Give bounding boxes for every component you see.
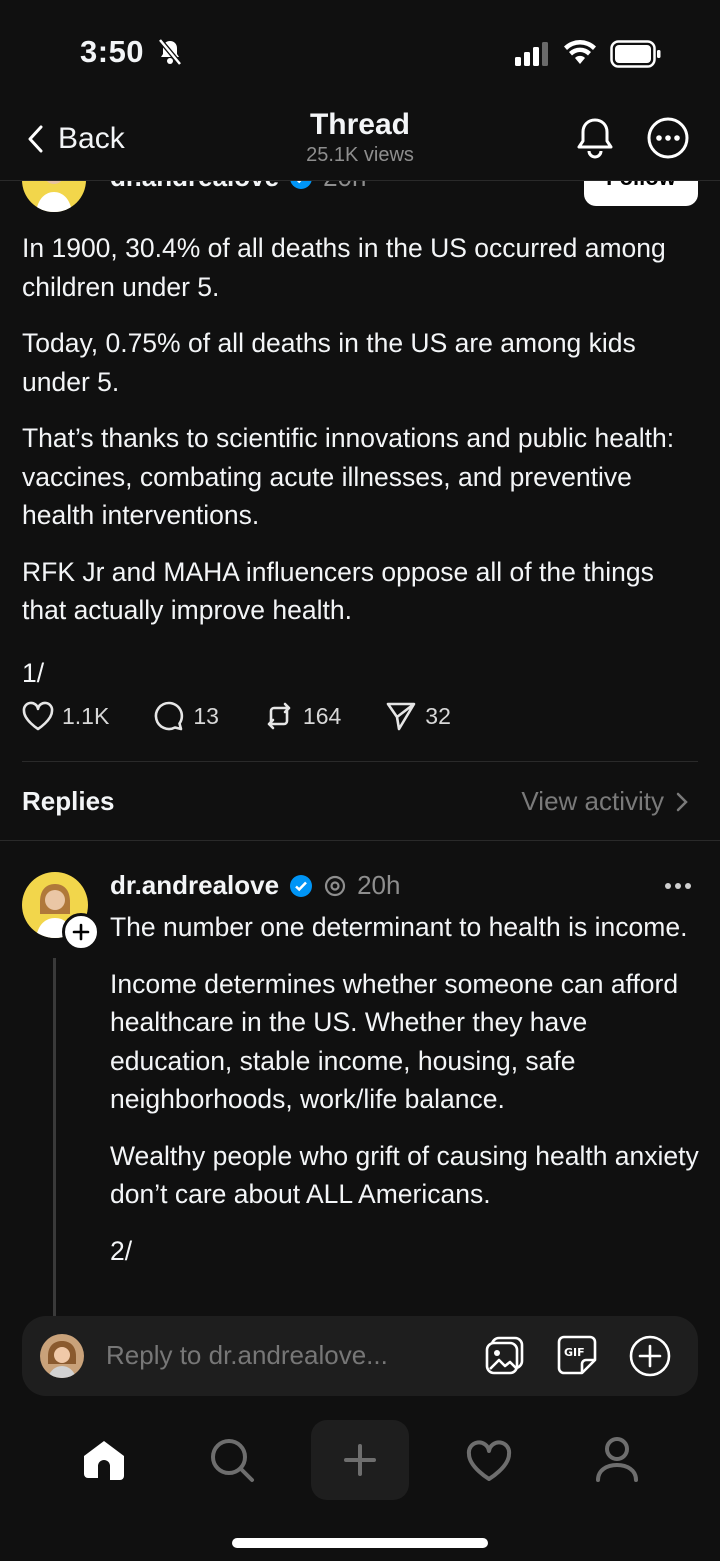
comment-icon: [154, 701, 184, 731]
reply-more-icon[interactable]: [664, 882, 692, 890]
replies-label: Replies: [22, 786, 115, 816]
like-count: 1.1K: [62, 702, 110, 729]
chevron-right-icon: [676, 792, 688, 811]
post-actions: 1.1K 13 164 32: [22, 700, 495, 732]
svg-text:GIF: GIF: [564, 1346, 585, 1359]
reply-paragraph: The number one determinant to health is …: [110, 912, 688, 942]
view-activity-label: View activity: [521, 786, 664, 816]
reply-paragraph: Wealthy people who grift of causing heal…: [110, 1140, 699, 1210]
reply-author-name[interactable]: dr.andrealove: [110, 870, 279, 901]
nav-header: Back Thread 25.1K views: [0, 96, 720, 181]
cellular-signal-icon: [515, 42, 551, 66]
thread-index: 1/: [22, 657, 45, 688]
reply-author-row: dr.andrealove 20h: [110, 870, 400, 901]
post-paragraph: Today, 0.75% of all deaths in the US are…: [22, 328, 636, 397]
user-avatar: [40, 1334, 84, 1378]
like-button[interactable]: 1.1K: [22, 701, 109, 731]
divider: [0, 840, 720, 841]
reply-time: 20h: [357, 870, 401, 900]
threads-logo-icon: [324, 875, 346, 896]
reply-body: The number one determinant to health is …: [110, 908, 710, 1288]
post-paragraph: That’s thanks to scientific innovations …: [22, 423, 675, 530]
battery-icon: [610, 40, 662, 68]
search-icon[interactable]: [208, 1436, 256, 1484]
home-icon[interactable]: [80, 1438, 128, 1482]
create-icon: [344, 1444, 376, 1476]
post-paragraph: RFK Jr and MAHA influencers oppose all o…: [22, 556, 654, 626]
repost-count: 164: [302, 702, 342, 729]
reply-input[interactable]: Reply to dr.andrealove...: [106, 1340, 388, 1371]
create-post-button[interactable]: [311, 1420, 409, 1500]
repost-button[interactable]: 164: [263, 701, 341, 731]
image-attach-icon[interactable]: [484, 1334, 526, 1376]
gif-icon[interactable]: GIF: [556, 1334, 598, 1376]
wifi-icon: [563, 40, 597, 66]
notification-bell-icon[interactable]: [574, 116, 616, 160]
activity-heart-icon[interactable]: [466, 1440, 512, 1482]
share-count: 32: [425, 702, 451, 729]
heart-icon: [22, 701, 54, 731]
silent-bell-icon: [158, 38, 182, 66]
verified-badge-icon: [290, 874, 313, 897]
thread-index: 2/: [110, 1235, 133, 1266]
thread-connector: [53, 958, 56, 1318]
send-icon: [386, 702, 416, 731]
view-activity-link[interactable]: View activity: [521, 786, 688, 817]
follow-plus-icon[interactable]: [62, 913, 100, 951]
post-body: In 1900, 30.4% of all deaths in the US o…: [22, 229, 702, 710]
profile-icon[interactable]: [594, 1436, 640, 1484]
add-more-icon[interactable]: [628, 1334, 672, 1378]
post-paragraph: In 1900, 30.4% of all deaths in the US o…: [22, 233, 666, 302]
repost-icon: [267, 702, 291, 730]
share-button[interactable]: 32: [385, 700, 451, 732]
status-time: 3:50: [80, 34, 145, 69]
comment-button[interactable]: 13: [153, 700, 219, 732]
more-options-icon[interactable]: [646, 116, 690, 160]
comment-count: 13: [193, 702, 219, 729]
home-indicator: [232, 1538, 488, 1548]
reply-paragraph: Income determines whether someone can af…: [110, 968, 679, 1115]
divider: [22, 761, 698, 762]
